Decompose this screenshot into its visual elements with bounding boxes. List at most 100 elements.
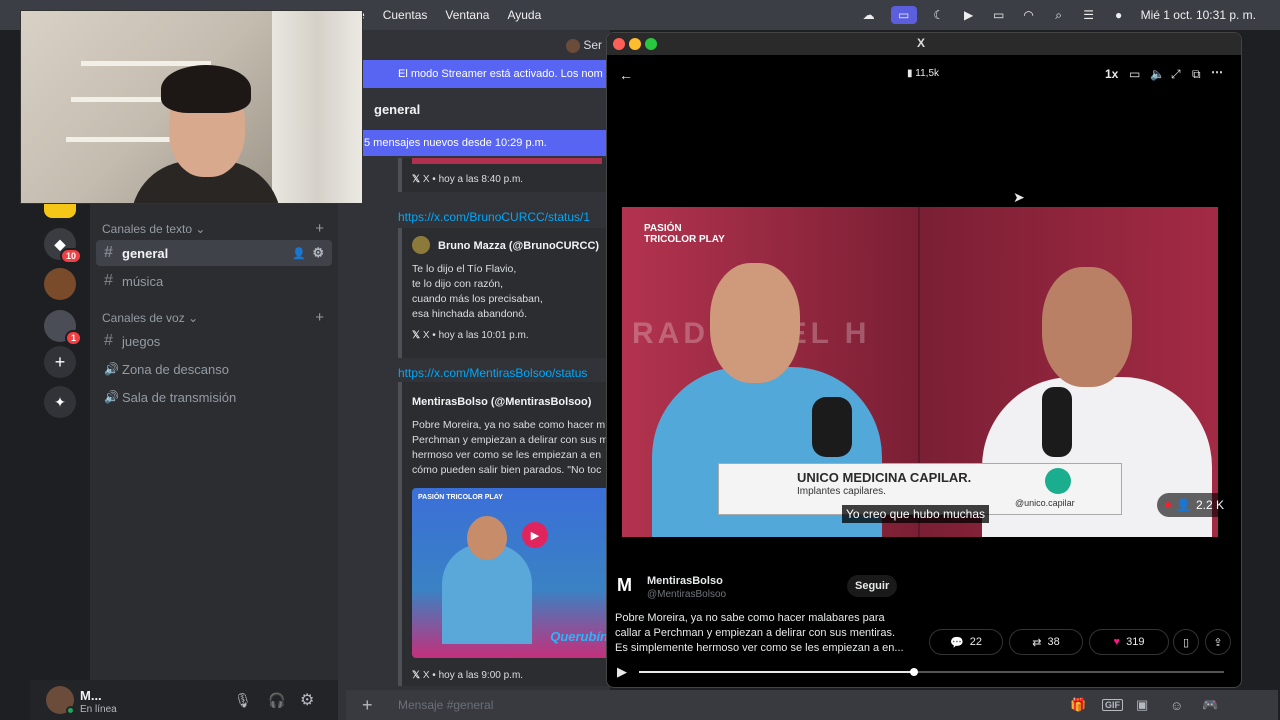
embed-thumbnail[interactable]: PASIÓN TRICOLOR PLAY ▶ Querubín [412,488,612,658]
repost-count: 38 [1047,636,1060,648]
back-arrow-icon[interactable]: ← [619,67,633,83]
bar-chart-icon: ▮ [907,68,913,79]
volume-icon[interactable]: 🔈 [1150,67,1165,81]
moon-icon[interactable]: ☾ [931,8,947,22]
menu-item-ayuda[interactable]: Ayuda [507,8,541,22]
like-button[interactable]: ♥ 319 [1089,629,1169,655]
battery-icon[interactable]: ▭ [991,8,1007,22]
pip-icon[interactable]: ⧉ [1192,67,1201,82]
follow-button[interactable]: Seguir [847,575,898,597]
progress-track[interactable] [639,668,1224,676]
headphones-icon[interactable]: 🎧 [268,692,285,709]
message-input[interactable]: Mensaje #general [398,698,493,712]
fullscreen-icon[interactable]: ⤢ [1171,67,1181,82]
author-name[interactable]: MentirasBolso [647,575,723,587]
settings-gear-icon[interactable]: ⚙ [300,690,314,710]
channel-label: general [122,245,169,261]
views-count: 11,5k [915,68,940,79]
caption-icon[interactable]: ▭ [1129,67,1140,81]
menu-item-cuentas[interactable]: Cuentas [383,8,428,22]
embed-footer: 𝕏 X • hoy a las 10:01 p.m. [412,330,529,341]
thumb-brand: PASIÓN TRICOLOR PLAY [418,494,503,501]
add-text-channel-button[interactable]: + [315,220,324,237]
maximize-button[interactable] [645,38,657,50]
progress-thumb[interactable] [909,668,918,676]
creative-cloud-icon[interactable]: ☁ [861,8,877,22]
emoji-icon[interactable]: ☺ [1170,698,1183,713]
channel-list: Canales de texto ⌄ + # general 👤 ⚙ # mús… [90,200,338,680]
server-icon-person[interactable]: 1 [44,310,82,346]
category-voice[interactable]: Canales de voz ⌄ [102,311,198,325]
video-frame[interactable]: PASIÓN TRICOLOR PLAY RADIO DEL H UNICO M… [622,207,1218,537]
subtitle: Yo creo que hubo muchas [842,505,989,523]
explore-servers-button[interactable]: ✦ [44,386,76,418]
add-member-icon[interactable]: 👤 [292,247,306,260]
gear-icon[interactable]: ⚙ [312,245,324,261]
microphone-icon[interactable]: 🎙 [234,692,252,709]
person-hair [161,65,251,113]
gift-icon[interactable]: 🎁 [1070,697,1086,713]
online-status-icon [66,706,75,715]
live-dot-icon [1165,502,1171,508]
siri-icon[interactable]: ● [1111,8,1127,22]
embed-author[interactable]: Bruno Mazza (@BrunoCURCC) [438,240,599,252]
gif-icon[interactable]: GIF [1102,699,1123,711]
x-logo-icon: 𝕏 [412,670,421,681]
x-logo-icon: 𝕏 [412,330,421,341]
control-center-icon[interactable]: ☰ [1081,8,1097,22]
channel-zona-descanso[interactable]: 🔊 Zona de descanso [96,356,332,382]
add-server-button[interactable]: + [44,346,76,378]
screen-mirror-icon[interactable]: ▭ [890,6,917,24]
play-icon[interactable]: ▶ [522,522,548,548]
embed-footer-text: X • hoy a las 9:00 p.m. [422,670,524,681]
post-text: Pobre Moreira, ya no sabe como hacer mal… [615,612,904,654]
channel-juegos[interactable]: # juegos [96,328,332,354]
play-circle-icon[interactable]: ▶ [961,8,977,22]
repost-icon: ⇄ [1032,636,1042,649]
channel-general[interactable]: # general 👤 ⚙ [96,240,332,266]
webcam-overlay [20,10,363,204]
embed-footer: 𝕏 X • hoy a las 8:40 p.m. [412,174,523,185]
plus-icon: + [54,351,66,372]
channel-musica[interactable]: # música [96,268,332,294]
embed-author[interactable]: MentirasBolso (@MentirasBolsoo) [412,396,591,408]
author-avatar[interactable]: M [617,575,637,599]
reply-count: 22 [969,636,982,648]
author-handle: @MentirasBolsoo [647,589,727,600]
search-icon[interactable]: ⌕ [1051,8,1067,22]
minimize-button[interactable] [629,38,641,50]
person-right-head [1042,267,1132,387]
category-label: Canales de texto [102,222,193,236]
clock[interactable]: Mié 1 oct. 10:31 p. m. [1141,8,1256,22]
attach-plus-icon[interactable]: + [362,695,373,716]
channel-sala-transmision[interactable]: 🔊 Sala de transmisión [96,384,332,410]
add-voice-channel-button[interactable]: + [315,309,324,326]
embed-text: Te lo dijo el Tío Flavio, te lo dijo con… [412,263,543,320]
server-icon-avatar[interactable] [44,268,76,300]
apps-icon[interactable]: 🎮 [1202,697,1218,713]
tweet-link[interactable]: https://x.com/MentirasBolsoo/status [398,366,587,380]
menu-item-ventana[interactable]: Ventana [445,8,489,22]
channel-label: Sala de transmisión [122,389,237,405]
playback-speed-button[interactable]: 1x [1105,67,1118,81]
embed-footer-text: X • hoy a las 10:01 p.m. [422,330,529,341]
tweet-link[interactable]: https://x.com/BrunoCURCC/status/1 [398,210,590,224]
bookmark-button[interactable]: ▯ [1173,629,1199,655]
reply-button[interactable]: 💬 22 [929,629,1003,655]
window-title: X [917,36,926,50]
channel-label: Zona de descanso [122,361,229,377]
share-button[interactable]: ⇪ [1205,629,1231,655]
wifi-icon[interactable]: ◠ [1021,8,1037,22]
sticker-icon[interactable]: ▣ [1136,697,1148,713]
category-text[interactable]: Canales de texto ⌄ [102,222,205,236]
more-options-icon[interactable]: ⋯ [1211,65,1223,79]
unread-badge: 10 [59,248,82,264]
server-icon-logo[interactable]: ◆ 10 [44,228,82,264]
play-icon[interactable]: ▶ [617,664,627,680]
embed-2: Bruno Mazza (@BrunoCURCC) Te lo dijo el … [398,228,618,358]
close-button[interactable] [613,38,625,50]
user-status: En línea [80,704,117,715]
new-messages-bar[interactable]: 5 mensajes nuevos desde 10:29 p.m. [362,130,610,156]
username: M... [80,688,102,703]
repost-button[interactable]: ⇄ 38 [1009,629,1083,655]
